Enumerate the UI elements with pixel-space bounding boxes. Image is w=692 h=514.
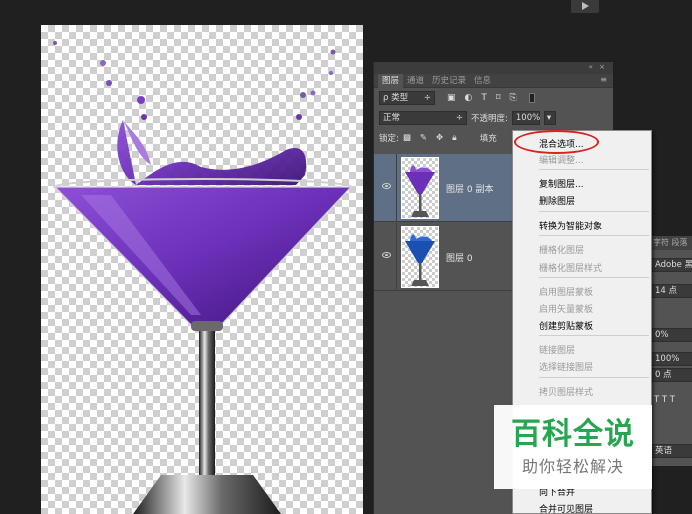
filter-toggle[interactable]: [528, 93, 535, 103]
filter-icons: ▣ ◐ T ⌑ ⎘: [447, 93, 517, 103]
lock-transparency-icon[interactable]: ▩: [403, 133, 411, 143]
menu-separator: [539, 335, 649, 336]
image-filter-icon[interactable]: ▣: [447, 93, 456, 103]
smartobject-filter-icon[interactable]: ⎘: [510, 93, 517, 103]
menu-item-duplicate-layer[interactable]: 复制图层...: [539, 177, 584, 190]
adjustment-filter-icon[interactable]: ◐: [465, 93, 473, 103]
menu-separator: [539, 277, 649, 278]
lock-label: 锁定:: [379, 134, 399, 144]
fill-label: 填充: [479, 134, 497, 144]
menu-item-create-clipping-mask[interactable]: 创建剪贴蒙板: [539, 319, 593, 332]
baseline-field[interactable]: 0 点: [651, 368, 692, 382]
watermark-subtitle: 助你轻松解决: [521, 457, 624, 476]
character-panel: 字符 段落 Adobe 黑体 14 点 0% 100% 0 点 T T T 英语: [646, 236, 692, 466]
language-field[interactable]: 英语: [651, 444, 692, 458]
eye-divider: [396, 154, 397, 221]
chevron-updown-icon: ÷: [423, 93, 431, 103]
lock-all-icon[interactable]: 🔒︎: [452, 133, 457, 143]
filter-row: ρ 类型 ÷ ▣ ◐ T ⌑ ⎘: [374, 88, 613, 108]
panel-tabs: 图层 通道 历史记录 信息 ≡: [374, 73, 613, 88]
visibility-eye-icon[interactable]: [382, 252, 391, 258]
layer-thumbnail: [401, 226, 439, 288]
menu-item-edit-adjustment[interactable]: 编辑调整...: [539, 153, 584, 166]
visibility-eye-icon[interactable]: [382, 183, 391, 189]
scale-field[interactable]: 100%: [651, 352, 692, 366]
tab-history[interactable]: 历史记录: [428, 74, 470, 88]
watermark-logo: 百科全说 助你轻松解决: [494, 405, 652, 489]
menu-item-link-layers[interactable]: 链接图层: [539, 343, 575, 356]
document-canvas[interactable]: [41, 25, 363, 514]
menu-item-delete-layer[interactable]: 删除图层: [539, 194, 575, 207]
tab-layers[interactable]: 图层: [378, 73, 404, 88]
type-style-buttons[interactable]: T T T: [651, 394, 692, 408]
layer-name: 图层 0: [446, 254, 473, 264]
menu-separator: [539, 211, 649, 212]
type-filter-icon[interactable]: T: [481, 93, 487, 103]
menu-item-copy-layer-style[interactable]: 拷贝图层样式: [539, 385, 593, 398]
font-size-field[interactable]: 14 点: [651, 284, 692, 298]
menu-item-enable-layer-mask[interactable]: 启用图层蒙板: [539, 285, 593, 298]
menu-separator: [539, 377, 649, 378]
menu-item-convert-smart-object[interactable]: 转换为智能对象: [539, 219, 602, 232]
character-panel-tabs[interactable]: 字符 段落: [647, 236, 692, 250]
lock-position-icon[interactable]: ✥: [436, 133, 443, 143]
highlight-circle: [514, 130, 599, 154]
shape-filter-icon[interactable]: ⌑: [496, 93, 501, 103]
panel-menu-icon[interactable]: ≡: [600, 75, 607, 84]
martini-image: [53, 41, 353, 514]
menu-separator: [539, 169, 649, 170]
filter-kind-label: ρ 类型: [383, 93, 409, 103]
blend-row: 正常 ÷ 不透明度: 100% ▾: [374, 108, 613, 128]
chevron-updown-icon: ÷: [455, 113, 463, 123]
eye-divider: [396, 223, 397, 290]
filter-kind-select[interactable]: ρ 类型 ÷: [379, 91, 435, 105]
blend-mode-select[interactable]: 正常 ÷: [379, 111, 467, 125]
tab-channels[interactable]: 通道: [403, 74, 428, 88]
lock-paint-icon[interactable]: ✎: [420, 133, 427, 143]
panel-topbar: « ×: [374, 62, 613, 74]
menu-item-enable-vector-mask[interactable]: 启用矢量蒙板: [539, 302, 593, 315]
menu-item-rasterize-layer[interactable]: 栅格化图层: [539, 243, 584, 256]
blend-mode-label: 正常: [383, 113, 401, 123]
menu-item-select-linked-layers[interactable]: 选择链接图层: [539, 360, 593, 373]
watermark-title: 百科全说: [511, 417, 635, 452]
opacity-label: 不透明度:: [471, 114, 508, 124]
play-button[interactable]: [571, 0, 599, 13]
menu-item-rasterize-layer-style[interactable]: 栅格化图层样式: [539, 261, 602, 274]
opacity-input[interactable]: 100%: [511, 111, 540, 125]
layer-thumbnail: [401, 157, 439, 219]
opacity-dropdown-icon[interactable]: ▾: [543, 111, 556, 125]
panel-collapse-close-controls[interactable]: « ×: [589, 63, 607, 71]
tracking-field[interactable]: 0%: [651, 328, 692, 342]
font-family-field[interactable]: Adobe 黑体: [651, 258, 692, 272]
tab-info[interactable]: 信息: [470, 74, 495, 88]
menu-separator: [539, 235, 649, 236]
layer-name: 图层 0 副本: [446, 185, 494, 195]
menu-item-merge-visible[interactable]: 合并可见图层: [539, 502, 593, 514]
